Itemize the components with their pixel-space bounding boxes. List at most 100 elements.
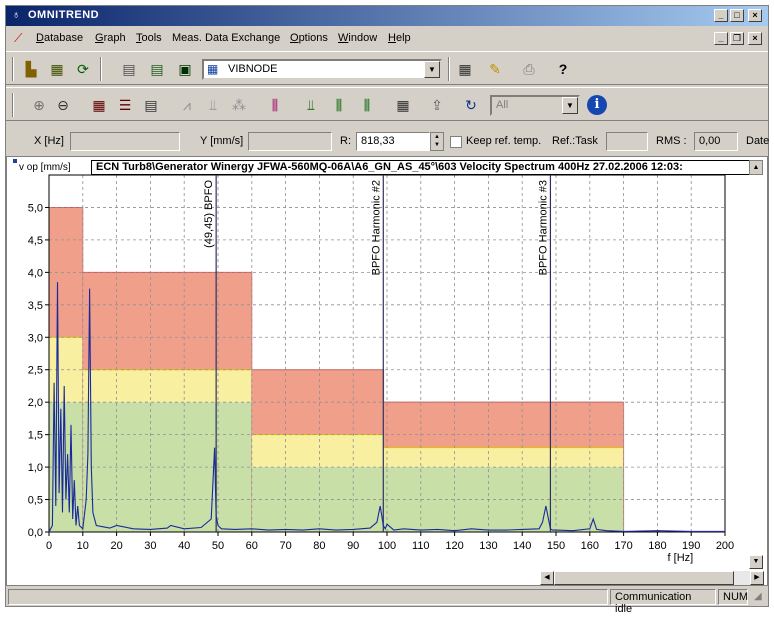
filter-select[interactable]: All ▼ bbox=[490, 95, 580, 116]
spectrum-icon[interactable]: ⫼ bbox=[264, 94, 286, 116]
x-tick-label: 160 bbox=[581, 540, 599, 552]
x-tick-label: 110 bbox=[412, 540, 430, 552]
transfer-in-icon[interactable]: ▤ bbox=[146, 58, 168, 80]
info-icon[interactable]: i bbox=[586, 94, 608, 116]
keep-ref-checkbox[interactable] bbox=[450, 136, 462, 148]
r-spinner[interactable]: ▲ ▼ bbox=[430, 132, 444, 151]
menu-options[interactable]: Options bbox=[290, 32, 328, 44]
report-icon[interactable]: ▤ bbox=[140, 94, 162, 116]
list-icon[interactable]: ☰ bbox=[114, 94, 136, 116]
x-tick-label: 60 bbox=[246, 540, 258, 552]
mdi-minimize-button[interactable]: _ bbox=[714, 32, 728, 45]
minimize-button[interactable]: _ bbox=[714, 9, 728, 22]
y-tick-label: 3,0 bbox=[28, 332, 43, 344]
export-icon[interactable]: ⇪ bbox=[426, 94, 448, 116]
y-tick-label: 0,5 bbox=[28, 495, 43, 507]
horizontal-scrollbar[interactable]: ◀ ▶ bbox=[540, 571, 764, 585]
app-window: ♁ OMNITREND _ □ × ⟋ Database Graph Tools… bbox=[5, 5, 769, 615]
alarm-band-red bbox=[383, 402, 624, 448]
x-tick-label: 180 bbox=[648, 540, 666, 552]
alarm-band-yellow bbox=[251, 434, 384, 468]
bpfo-marker-label: BPFO Harmonic #3 bbox=[537, 180, 549, 275]
chevron-down-icon[interactable]: ▼ bbox=[562, 97, 578, 114]
main-toolbar: ▙ ▦ ⟳ ▤ ▤ ▣ ▦ VIBNODE ▼ ▦ ✎ ⎙ ? bbox=[6, 51, 768, 85]
x-tick-label: 150 bbox=[547, 540, 565, 552]
menu-meas-data-exchange[interactable]: Meas. Data Exchange bbox=[172, 32, 280, 44]
sync-icon[interactable]: ⟳ bbox=[72, 58, 94, 80]
print-icon[interactable]: ⎙ bbox=[518, 58, 540, 80]
menu-tools[interactable]: Tools bbox=[136, 32, 162, 44]
x-tick-label: 30 bbox=[144, 540, 156, 552]
menu-app-icon: ⟋ bbox=[14, 31, 23, 45]
x-tick-label: 170 bbox=[614, 540, 632, 552]
communication-status: Communication idle bbox=[610, 589, 716, 615]
device-icon[interactable]: ▣ bbox=[174, 58, 196, 80]
menu-help[interactable]: Help bbox=[388, 32, 411, 44]
spectrum-chart[interactable]: 0 10 20 30 40 50 60 70 80 90 100 110 120 130 140 150 160… bbox=[7, 157, 767, 585]
wrench-icon[interactable]: ✎ bbox=[484, 58, 506, 80]
x-label: X [Hz] bbox=[34, 135, 64, 147]
window-title: OMNITREND bbox=[28, 9, 100, 21]
node-select-value: VIBNODE bbox=[228, 63, 278, 75]
x-value-field bbox=[70, 132, 180, 151]
rms-value-field: 0,00 bbox=[694, 132, 738, 151]
x-tick-label: 130 bbox=[479, 540, 497, 552]
help-icon[interactable]: ? bbox=[552, 58, 574, 80]
x-tick-label: 90 bbox=[347, 540, 359, 552]
x-tick-label: 200 bbox=[716, 540, 734, 552]
bpfo-marker-label: BPFO Harmonic #2 bbox=[370, 180, 382, 275]
x-tick-label: 120 bbox=[445, 540, 463, 552]
cursor-readout-bar: X [Hz] Y [mm/s] R: 818,33 ▲ ▼ Keep ref. t… bbox=[6, 128, 769, 154]
node-select[interactable]: ▦ VIBNODE ▼ bbox=[202, 59, 442, 80]
table-icon[interactable]: ▦ bbox=[88, 94, 110, 116]
r-label: R: bbox=[340, 135, 351, 147]
maximize-button[interactable]: □ bbox=[730, 9, 744, 22]
keep-ref-label: Keep ref. temp. bbox=[466, 135, 542, 147]
refresh-icon[interactable]: ↻ bbox=[460, 94, 482, 116]
peak-cursor-icon[interactable]: ⫼ bbox=[356, 94, 378, 116]
bar-trend-icon[interactable]: ⫫ bbox=[202, 94, 224, 116]
rms-label: RMS : bbox=[656, 135, 687, 147]
harmonic-cursor-icon[interactable]: ⫫ bbox=[300, 94, 322, 116]
vertical-scroll-down[interactable]: ▼ bbox=[749, 555, 763, 569]
resize-grip-icon[interactable]: ◢ bbox=[754, 591, 762, 602]
sideband-cursor-icon[interactable]: ⫼ bbox=[328, 94, 350, 116]
transfer-out-icon[interactable]: ▤ bbox=[118, 58, 140, 80]
alarm-band-yellow bbox=[383, 447, 624, 468]
scatter-icon[interactable]: ⁂ bbox=[228, 94, 250, 116]
close-button[interactable]: × bbox=[748, 9, 762, 22]
scroll-left-button[interactable]: ◀ bbox=[540, 571, 554, 585]
calculator-icon[interactable]: ▦ bbox=[454, 58, 476, 80]
x-tick-label: 70 bbox=[279, 540, 291, 552]
tree-view-icon[interactable]: ▙ bbox=[20, 58, 42, 80]
y-tick-label: 4,0 bbox=[28, 267, 43, 279]
mdi-restore-button[interactable]: ❐ bbox=[730, 32, 744, 45]
y-tick-label: 1,0 bbox=[28, 462, 43, 474]
zoom-in-icon[interactable]: ⊕ bbox=[28, 94, 50, 116]
y-label: Y [mm/s] bbox=[200, 135, 244, 147]
ref-task-label: Ref.:Task bbox=[552, 135, 598, 147]
menu-database[interactable]: Database bbox=[36, 32, 83, 44]
scroll-right-button[interactable]: ▶ bbox=[750, 571, 764, 585]
r-value-field[interactable]: 818,33 bbox=[356, 132, 430, 151]
x-tick-label: 10 bbox=[77, 540, 89, 552]
chevron-down-icon[interactable]: ▼ bbox=[424, 61, 440, 78]
scroll-thumb[interactable] bbox=[554, 571, 734, 585]
zoom-out-icon[interactable]: ⊖ bbox=[52, 94, 74, 116]
chart-pane: v op [mm/s] ECN Turb8\Generator Winergy … bbox=[6, 156, 768, 586]
menu-window[interactable]: Window bbox=[338, 32, 377, 44]
y-tick-label: 2,5 bbox=[28, 365, 43, 377]
mdi-close-button[interactable]: × bbox=[748, 32, 762, 45]
grid-icon[interactable]: ▦ bbox=[392, 94, 414, 116]
trend-icon[interactable]: ⩘ bbox=[176, 94, 198, 116]
ref-task-field bbox=[606, 132, 648, 151]
app-icon: ♁ bbox=[12, 9, 21, 21]
x-tick-label: 140 bbox=[513, 540, 531, 552]
database-icon[interactable]: ▦ bbox=[46, 58, 68, 80]
menu-graph[interactable]: Graph bbox=[95, 32, 126, 44]
filter-select-value: All bbox=[496, 99, 509, 111]
y-tick-label: 5,0 bbox=[28, 202, 43, 214]
alarm-band-green bbox=[82, 402, 252, 532]
y-tick-label: 1,5 bbox=[28, 430, 43, 442]
menu-bar: ⟋ Database Graph Tools Meas. Data Exchan… bbox=[6, 28, 768, 48]
